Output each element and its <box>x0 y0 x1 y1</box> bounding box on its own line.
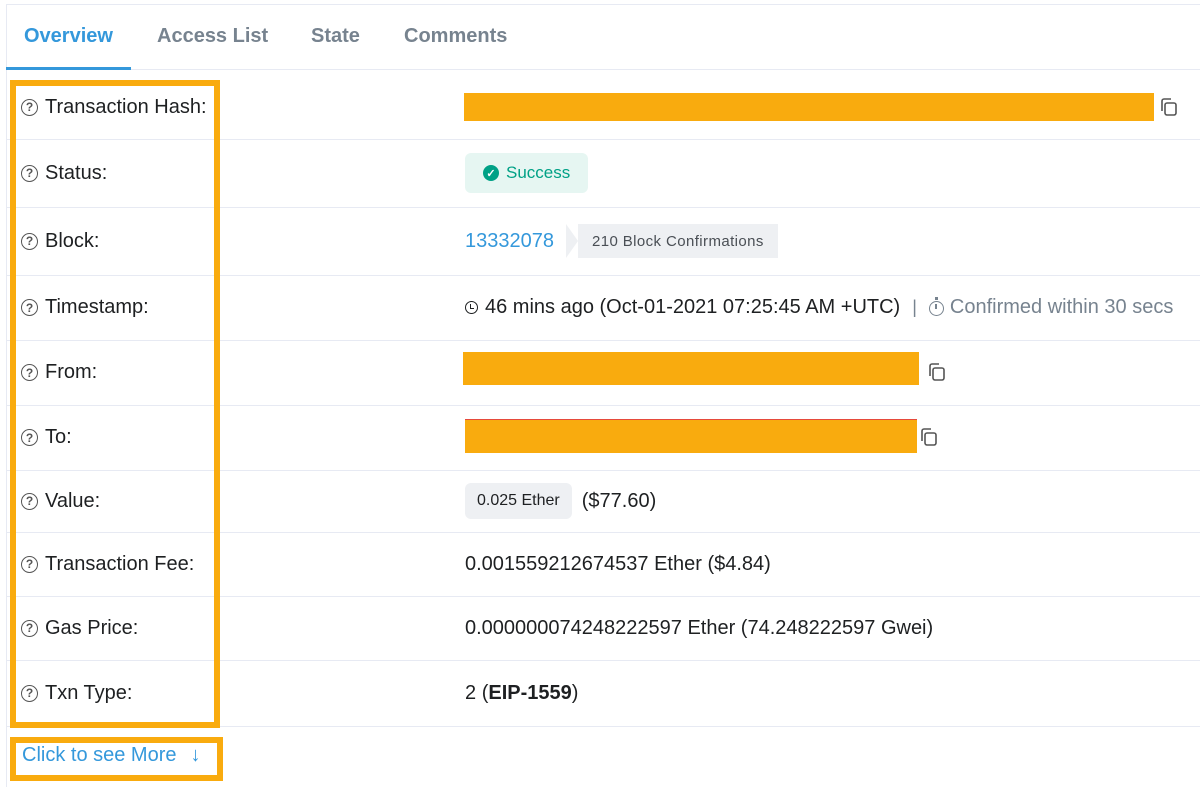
question-icon[interactable]: ? <box>21 232 38 250</box>
row-transaction-hash: ? Transaction Hash: <box>7 75 1200 140</box>
label-transaction-fee: Transaction Fee: <box>45 552 195 575</box>
question-icon[interactable]: ? <box>21 164 38 182</box>
question-icon[interactable]: ? <box>21 98 38 116</box>
txn-type-number: 2 <box>465 681 477 704</box>
ether-amount-badge: 0.025 Ether <box>465 483 572 519</box>
txn-type-close-paren: ) <box>571 681 579 704</box>
row-txn-type: ? Txn Type: 2 (EIP-1559) <box>7 660 1200 727</box>
row-block: ? Block: 13332078 210 Block Confirmation… <box>7 207 1200 276</box>
check-icon: ✓ <box>483 165 499 181</box>
question-icon[interactable]: ? <box>21 619 38 637</box>
question-icon[interactable]: ? <box>21 555 38 573</box>
status-text: Success <box>506 163 571 182</box>
label-value: Value: <box>45 489 101 512</box>
question-icon[interactable]: ? <box>21 429 38 446</box>
gas-price-value: 0.000000074248222597 Ether (74.248222597… <box>465 616 934 639</box>
transaction-card: Overview Access List State Comments ? Tr… <box>6 4 1200 787</box>
txn-type-open-paren: ( <box>481 681 489 704</box>
clock-icon <box>465 301 478 314</box>
row-timestamp: ? Timestamp: 46 mins ago (Oct-01-2021 07… <box>7 275 1200 341</box>
label-transaction-hash: Transaction Hash: <box>45 95 207 118</box>
question-icon[interactable]: ? <box>21 299 38 316</box>
block-number-link[interactable]: 13332078 <box>465 230 554 253</box>
tab-bar: Overview Access List State Comments <box>6 5 1200 70</box>
tab-comments[interactable]: Comments <box>404 5 507 69</box>
label-status: Status: <box>45 161 108 184</box>
row-from: ? From: <box>7 340 1200 406</box>
more-link-label: Click to see More <box>22 744 177 766</box>
click-to-see-more-link[interactable]: Click to see More ↓ <box>22 744 201 767</box>
row-transaction-fee: ? Transaction Fee: 0.001559212674537 Eth… <box>7 532 1200 597</box>
row-to: ? To: <box>7 405 1200 471</box>
row-status: ? Status: ✓ Success <box>7 139 1200 208</box>
label-gas-price: Gas Price: <box>45 616 139 639</box>
arrow-down-icon: ↓ <box>190 744 201 766</box>
transaction-hash-redacted <box>464 93 1154 121</box>
value-usd: ($77.60) <box>581 489 657 512</box>
from-address-redacted <box>463 352 919 385</box>
row-value: ? Value: 0.025 Ether ($77.60) <box>7 470 1200 533</box>
confirmed-within-text: Confirmed within 30 secs <box>949 296 1174 318</box>
row-gas-price: ? Gas Price: 0.000000074248222597 Ether … <box>7 596 1200 661</box>
txn-type-name: EIP-1559 <box>488 681 572 704</box>
label-from: From: <box>45 361 98 383</box>
label-to: To: <box>45 426 72 448</box>
question-icon[interactable]: ? <box>21 492 38 510</box>
label-timestamp: Timestamp: <box>45 296 149 318</box>
transaction-fee-value: 0.001559212674537 Ether ($4.84) <box>465 552 771 575</box>
label-block: Block: <box>45 229 100 252</box>
timestamp-value: 46 mins ago (Oct-01-2021 07:25:45 AM +UT… <box>485 296 901 318</box>
block-confirmations-badge: 210 Block Confirmations <box>565 224 778 258</box>
to-address-redacted <box>465 419 917 453</box>
status-badge: ✓ Success <box>465 153 589 193</box>
copy-icon[interactable] <box>919 427 939 447</box>
question-icon[interactable]: ? <box>21 684 38 702</box>
timestamp-separator: | <box>912 297 917 317</box>
question-icon[interactable]: ? <box>21 364 38 381</box>
tab-state[interactable]: State <box>311 5 360 69</box>
label-txn-type: Txn Type: <box>45 681 133 704</box>
tab-overview[interactable]: Overview <box>6 5 131 70</box>
timer-icon <box>928 297 944 316</box>
tab-access-list[interactable]: Access List <box>157 5 268 69</box>
copy-icon[interactable] <box>1159 97 1179 117</box>
copy-icon[interactable] <box>927 362 947 382</box>
